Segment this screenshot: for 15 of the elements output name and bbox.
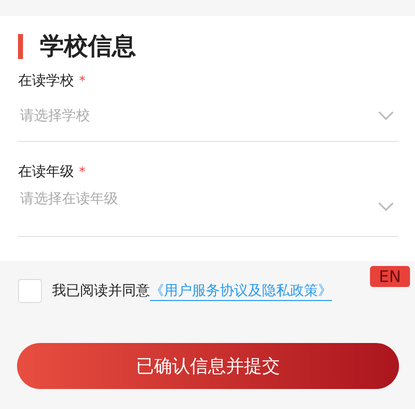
select-field[interactable]: 请选择在读年级 — [18, 182, 398, 236]
agreement-text: 我已阅读并同意 — [52, 282, 150, 300]
required-mark: * — [79, 74, 86, 88]
submit-button[interactable]: 已确认信息并提交 — [17, 343, 399, 389]
field-label: 在读学校 — [18, 72, 74, 90]
title-accent-bar — [18, 34, 23, 58]
select-field[interactable]: 请选择学校 — [18, 91, 398, 141]
chevron-down-icon — [378, 202, 394, 212]
field-label: 在读年级 — [18, 163, 74, 181]
agreement-checkbox[interactable] — [18, 279, 42, 303]
language-switch-button[interactable]: EN — [370, 266, 410, 287]
section-title: 学校信息 — [40, 31, 136, 62]
chevron-down-icon — [378, 111, 394, 121]
agreement-link[interactable]: 《用户服务协议及隐私政策》 — [150, 282, 332, 300]
required-mark: * — [79, 164, 86, 180]
